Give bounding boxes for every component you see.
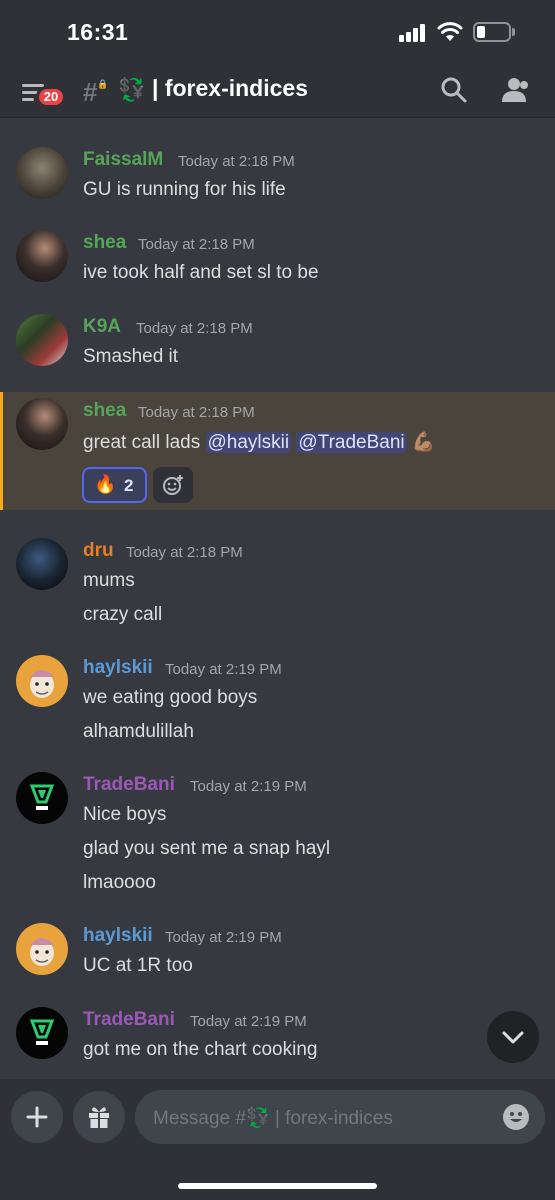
username[interactable]: haylskii	[83, 925, 153, 947]
message-text: glad you sent me a snap hayl	[83, 838, 331, 859]
plus-icon	[26, 1106, 48, 1128]
timestamp: Today at 2:18 PM	[138, 404, 255, 421]
cellular-signal-icon	[399, 24, 427, 42]
mention-haylskii[interactable]: @haylskii	[205, 432, 292, 453]
message-text: GU is running for his life	[83, 179, 286, 200]
avatar-illustration	[30, 670, 54, 698]
message-item[interactable]: TradeBani Today at 2:19 PM Nice boys gla…	[0, 766, 555, 896]
timestamp: Today at 2:18 PM	[126, 544, 243, 561]
username[interactable]: TradeBani	[83, 774, 175, 796]
tradebani-logo-icon	[29, 784, 55, 810]
status-bar: 16:31	[0, 0, 555, 62]
message-input-placeholder: Message #💱 | forex-indices	[153, 1108, 393, 1129]
username[interactable]: haylskii	[83, 657, 153, 679]
message-text-plain: great call lads	[83, 432, 201, 453]
lock-icon: 🔒	[97, 79, 109, 89]
message-item-highlighted[interactable]: shea Today at 2:18 PM great call lads @h…	[0, 392, 555, 510]
message-item[interactable]: haylskii Today at 2:19 PM UC at 1R too	[0, 917, 555, 977]
message-item[interactable]: haylskii Today at 2:19 PM we eating good…	[0, 649, 555, 744]
avatar[interactable]	[16, 1007, 68, 1059]
add-reaction-icon	[163, 475, 183, 495]
add-reaction-button[interactable]	[153, 467, 193, 503]
username[interactable]: shea	[83, 400, 126, 422]
avatar[interactable]	[16, 538, 68, 590]
avatar[interactable]	[16, 772, 68, 824]
reaction-count: 2	[124, 476, 134, 495]
gift-button[interactable]	[73, 1091, 125, 1143]
add-attachment-button[interactable]	[11, 1091, 63, 1143]
message-item[interactable]: FaissalM Today at 2:18 PM GU is running …	[0, 141, 555, 201]
message-text: got me on the chart cooking	[83, 1039, 318, 1060]
message-input[interactable]: Message #💱 | forex-indices	[135, 1090, 545, 1144]
avatar[interactable]	[16, 230, 68, 282]
message-item[interactable]: K9A Today at 2:18 PM Smashed it	[0, 308, 555, 368]
message-text: we eating good boys	[83, 687, 258, 708]
avatar-illustration	[30, 938, 54, 966]
username[interactable]: shea	[83, 232, 126, 254]
timestamp: Today at 2:19 PM	[165, 929, 282, 946]
hash-lock-icon: #	[83, 77, 98, 107]
status-time: 16:31	[67, 19, 129, 45]
channel-emoji: 💱	[118, 77, 146, 102]
channel-title: | forex-indices	[152, 75, 308, 101]
wifi-icon	[437, 22, 463, 41]
message-item[interactable]: dru Today at 2:18 PM mums crazy call	[0, 532, 555, 627]
avatar[interactable]	[16, 655, 68, 707]
timestamp: Today at 2:19 PM	[190, 1013, 307, 1030]
avatar[interactable]	[16, 923, 68, 975]
message-text: Nice boys	[83, 804, 167, 825]
username[interactable]: K9A	[83, 316, 121, 338]
fire-emoji: 🔥	[94, 474, 117, 494]
reaction-fire[interactable]: 🔥 2	[82, 467, 147, 503]
message-text: mums	[83, 570, 135, 591]
mention-tradebani[interactable]: @TradeBani	[296, 432, 407, 453]
battery-icon	[473, 22, 511, 42]
username[interactable]: TradeBani	[83, 1009, 175, 1031]
flexed-biceps-emoji: 💪🏽	[411, 432, 436, 453]
message-text: UC at 1R too	[83, 955, 193, 976]
timestamp: Today at 2:18 PM	[178, 153, 295, 170]
timestamp: Today at 2:19 PM	[190, 778, 307, 795]
username[interactable]: FaissalM	[83, 149, 163, 171]
home-indicator	[178, 1183, 377, 1189]
message-text: alhamdulillah	[83, 721, 194, 742]
avatar[interactable]	[16, 314, 68, 366]
timestamp: Today at 2:18 PM	[136, 320, 253, 337]
search-icon[interactable]	[440, 76, 468, 104]
gift-icon	[89, 1107, 109, 1128]
timestamp: Today at 2:18 PM	[138, 236, 255, 253]
message-text: ive took half and set sl to be	[83, 262, 319, 283]
message-list[interactable]: FaissalM Today at 2:18 PM GU is running …	[0, 119, 555, 1079]
tradebani-logo-icon	[29, 1019, 55, 1045]
jump-to-bottom-button[interactable]	[487, 1011, 539, 1063]
notification-badge: 20	[36, 86, 66, 108]
timestamp: Today at 2:19 PM	[165, 661, 282, 678]
message-item[interactable]: TradeBani Today at 2:19 PM got me on the…	[0, 1001, 555, 1061]
members-icon[interactable]	[500, 76, 530, 104]
avatar[interactable]	[16, 398, 68, 450]
chevron-down-icon	[502, 1031, 524, 1044]
message-text: Smashed it	[83, 346, 179, 367]
message-text: great call lads @haylskii @TradeBani 💪🏽	[83, 430, 436, 454]
emoji-picker-icon[interactable]	[503, 1104, 529, 1130]
message-text: lmaoooo	[83, 872, 156, 893]
message-text: crazy call	[83, 604, 163, 625]
username[interactable]: dru	[83, 540, 114, 562]
avatar[interactable]	[16, 147, 68, 199]
message-item[interactable]: shea Today at 2:18 PM ive took half and …	[0, 224, 555, 284]
